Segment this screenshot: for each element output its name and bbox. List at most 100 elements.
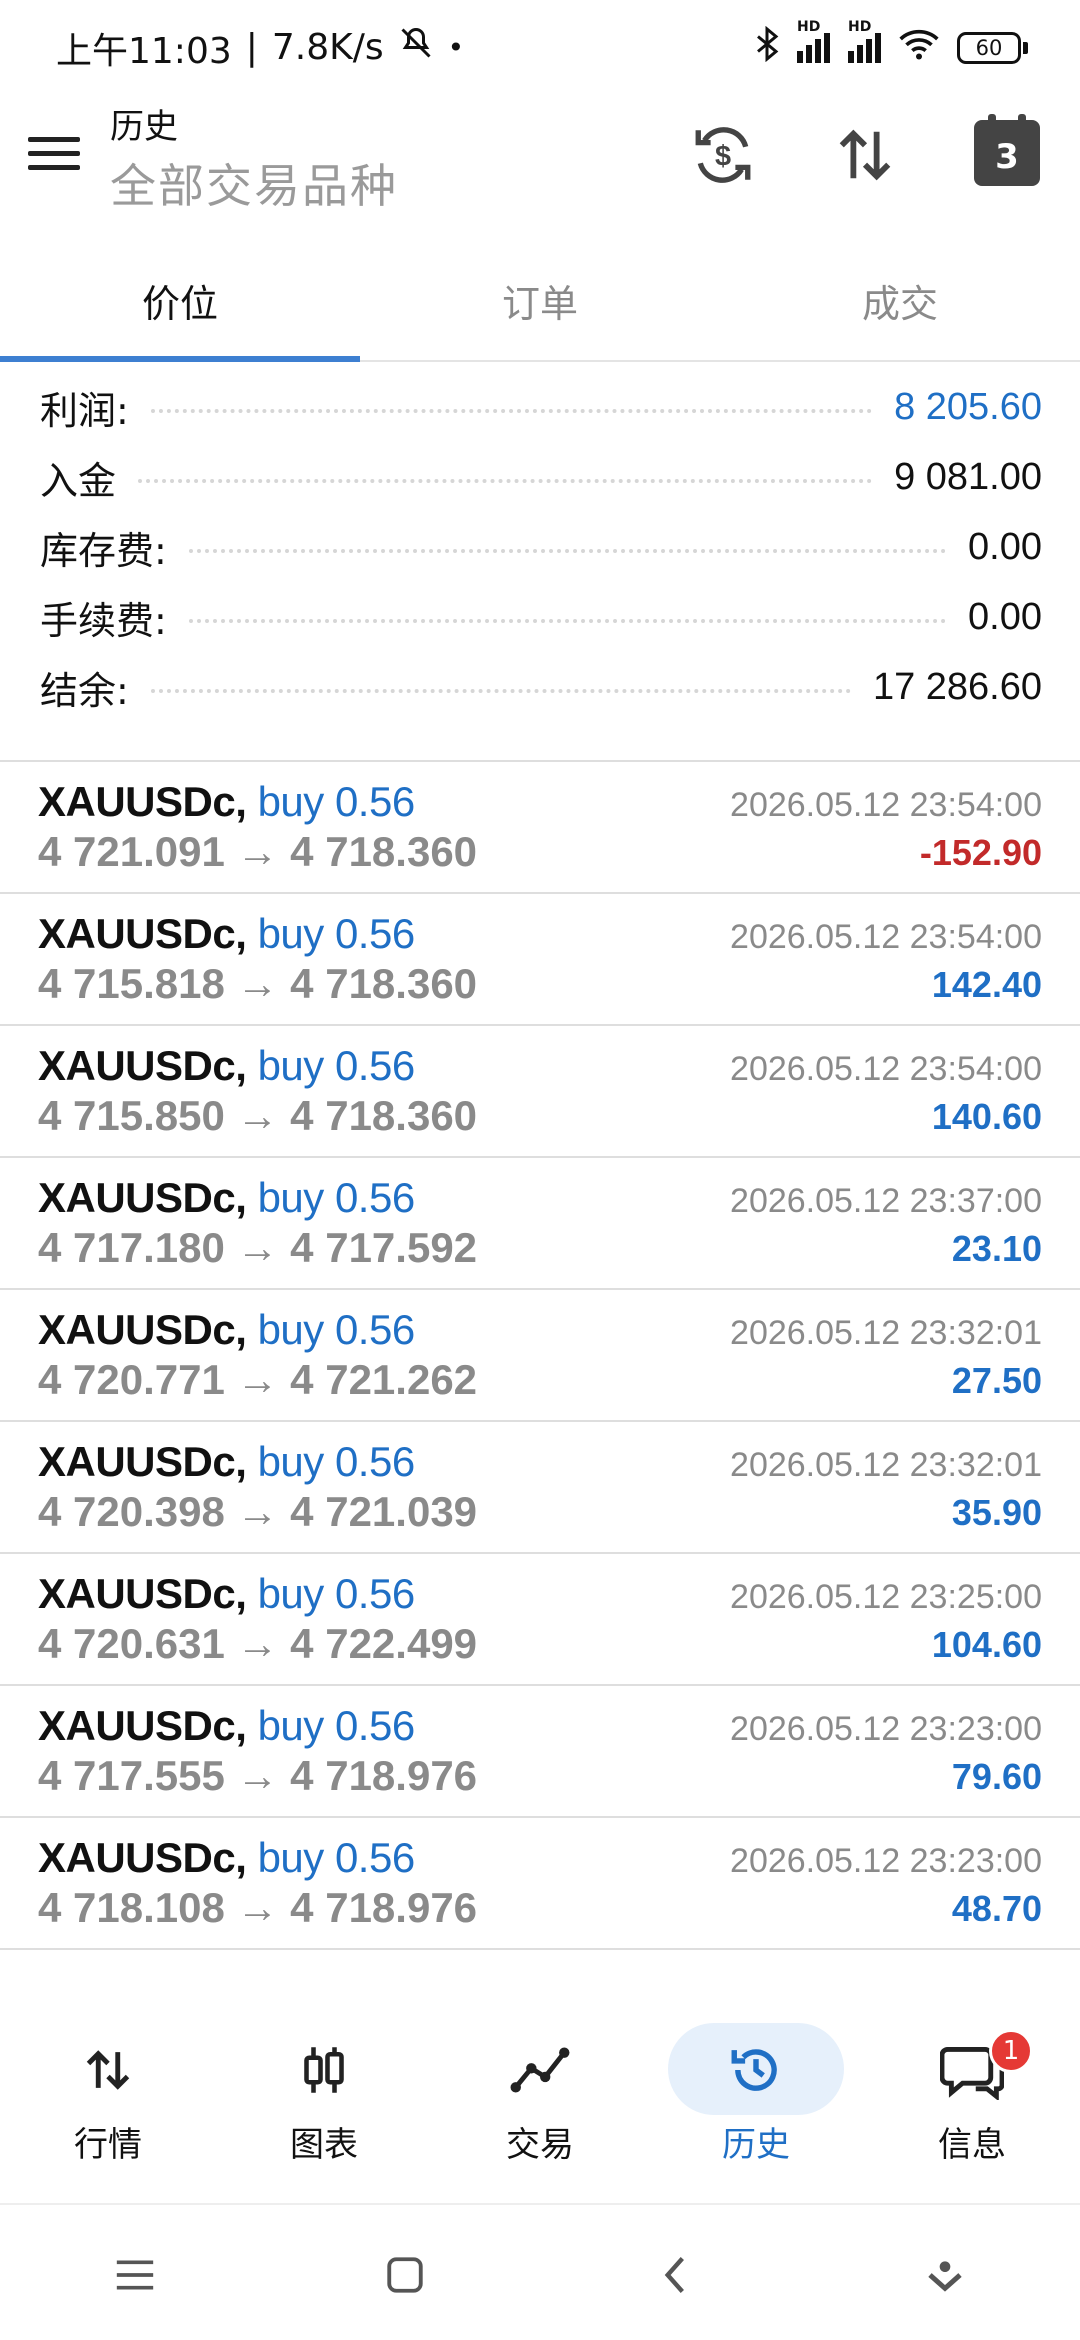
deal-row[interactable]: XAUUSDc, buy 0.56 4 717.180 → 4 717.592 … [0, 1158, 1080, 1290]
deal-side: buy 0.56 [257, 1834, 416, 1881]
deal-row[interactable]: XAUUSDc, buy 0.56 4 720.771 → 4 721.262 … [0, 1290, 1080, 1422]
deal-side: buy 0.56 [257, 778, 416, 825]
back-chevron-icon[interactable] [635, 2235, 715, 2315]
deal-profit: 27.50 [951, 1360, 1042, 1401]
summary-row-deposit: 入金 9 081.00 [0, 442, 1080, 512]
app-header: 历史 全部交易品种 $ 3 [0, 95, 1080, 230]
dotted-leader [150, 689, 851, 693]
status-right: HD HD 60 [755, 19, 1028, 70]
nav-messages[interactable]: 1 信息 [877, 2005, 1067, 2203]
deal-time: 2026.05.12 23:25:00 [730, 1578, 1042, 1616]
deal-row[interactable]: XAUUSDc, buy 0.56 4 720.631 → 4 722.499 … [0, 1554, 1080, 1686]
assistant-icon[interactable] [905, 2235, 985, 2315]
page-title: 历史 [110, 107, 178, 147]
deal-prices: 4 721.091 → 4 718.360 [38, 828, 478, 875]
bottom-navigation: 行情 图表 交易 历史 1 信息 [0, 2005, 1080, 2205]
summary-value: 0.00 [968, 525, 1042, 568]
deal-prices: 4 715.850 → 4 718.360 [38, 1092, 478, 1139]
nav-label: 行情 [74, 2125, 142, 2165]
deal-prices: 4 720.631 → 4 722.499 [38, 1620, 478, 1667]
tab-deals[interactable]: 成交 [720, 240, 1080, 360]
deal-row[interactable]: XAUUSDc, buy 0.56 4 715.850 → 4 718.360 … [0, 1026, 1080, 1158]
nav-label: 图表 [290, 2125, 358, 2165]
deal-side: buy 0.56 [257, 910, 416, 957]
deal-symbol: XAUUSDc, buy 0.56 [38, 778, 416, 825]
summary-panel: 利润: 8 205.60 入金 9 081.00 库存费: 0.00 手续费: … [0, 372, 1080, 722]
summary-row-commission: 手续费: 0.00 [0, 582, 1080, 652]
home-square-icon[interactable] [365, 2235, 445, 2315]
nav-chart[interactable]: 图表 [229, 2005, 419, 2203]
deal-symbol: XAUUSDc, buy 0.56 [38, 1174, 416, 1221]
svg-text:$: $ [715, 140, 731, 172]
deal-time: 2026.05.12 23:37:00 [730, 1182, 1042, 1220]
sort-icon[interactable] [830, 120, 900, 190]
nav-trade[interactable]: 交易 [445, 2005, 635, 2203]
nav-label: 信息 [938, 2125, 1006, 2165]
summary-label: 利润: [40, 388, 129, 433]
deal-prices: 4 717.555 → 4 718.976 [38, 1752, 478, 1799]
deal-symbol: XAUUSDc, buy 0.56 [38, 1042, 416, 1089]
dot-indicator: • [447, 31, 465, 64]
mute-notification-icon [398, 25, 434, 70]
deal-profit: 35.90 [951, 1492, 1042, 1533]
tab-positions[interactable]: 价位 [0, 240, 360, 362]
menu-button[interactable] [28, 127, 80, 179]
summary-value: 8 205.60 [894, 385, 1042, 428]
dotted-leader [188, 549, 947, 553]
deal-side: buy 0.56 [257, 1306, 416, 1353]
deal-row[interactable]: XAUUSDc, buy 0.56 4 721.091 → 4 718.360 … [0, 762, 1080, 894]
battery-level: 60 [957, 31, 1021, 64]
deal-row[interactable]: XAUUSDc, buy 0.56 4 720.398 → 4 721.039 … [0, 1422, 1080, 1554]
summary-label: 入金 [40, 458, 117, 503]
deal-profit: 140.60 [931, 1096, 1042, 1137]
deal-row[interactable]: XAUUSDc, buy 0.56 4 717.555 → 4 718.976 … [0, 1686, 1080, 1818]
summary-row-balance: 结余: 17 286.60 [0, 652, 1080, 722]
updown-arrows-icon [73, 2035, 143, 2105]
deal-time: 2026.05.12 23:54:00 [730, 786, 1042, 824]
deal-side: buy 0.56 [257, 1042, 416, 1089]
deal-row[interactable]: XAUUSDc, buy 0.56 4 715.818 → 4 718.360 … [0, 894, 1080, 1026]
deal-symbol: XAUUSDc, buy 0.56 [38, 910, 416, 957]
deal-side: buy 0.56 [257, 1174, 416, 1221]
deal-time: 2026.05.12 23:23:00 [730, 1842, 1042, 1880]
system-nav-bar [0, 2210, 1080, 2340]
calendar-icon[interactable]: 3 [974, 114, 1040, 186]
deal-profit: -152.90 [919, 832, 1042, 873]
deal-side: buy 0.56 [257, 1570, 416, 1617]
deal-symbol: XAUUSDc, buy 0.56 [38, 1306, 416, 1353]
summary-label: 结余: [40, 668, 129, 713]
deal-prices: 4 720.398 → 4 721.039 [38, 1488, 478, 1535]
deal-time: 2026.05.12 23:54:00 [730, 918, 1042, 956]
summary-value: 17 286.60 [872, 665, 1042, 708]
currency-sync-icon[interactable]: $ [688, 120, 758, 190]
signal-icon-2: HD [848, 19, 881, 63]
deal-profit: 142.40 [931, 964, 1042, 1005]
deal-time: 2026.05.12 23:23:00 [730, 1710, 1042, 1748]
deal-side: buy 0.56 [257, 1702, 416, 1749]
dotted-leader [138, 479, 873, 483]
recents-menu-icon[interactable] [95, 2235, 175, 2315]
summary-row-profit: 利润: 8 205.60 [0, 372, 1080, 442]
deal-symbol: XAUUSDc, buy 0.56 [38, 1438, 416, 1485]
deal-time: 2026.05.12 23:54:00 [730, 1050, 1042, 1088]
symbol-filter[interactable]: 全部交易品种 [110, 150, 398, 216]
signal-icon: HD [797, 19, 830, 63]
nav-quotes[interactable]: 行情 [13, 2005, 203, 2203]
deal-time: 2026.05.12 23:32:01 [730, 1446, 1042, 1484]
nav-label: 历史 [722, 2125, 790, 2165]
bluetooth-icon [755, 25, 779, 70]
deal-prices: 4 715.818 → 4 718.360 [38, 960, 478, 1007]
tab-orders[interactable]: 订单 [360, 240, 720, 360]
deal-prices: 4 720.771 → 4 721.262 [38, 1356, 478, 1403]
hd-label-2: HD [848, 18, 872, 35]
deal-symbol: XAUUSDc, buy 0.56 [38, 1702, 416, 1749]
dotted-leader [188, 619, 947, 623]
nav-history[interactable]: 历史 [661, 2005, 851, 2203]
deal-profit: 104.60 [931, 1624, 1042, 1665]
deal-profit: 48.70 [951, 1888, 1042, 1929]
status-left: 上午11:03 | 7.8K/s • [56, 22, 464, 74]
deal-prices: 4 717.180 → 4 717.592 [38, 1224, 478, 1271]
deal-row[interactable]: XAUUSDc, buy 0.56 4 718.108 → 4 718.976 … [0, 1818, 1080, 1950]
deal-side: buy 0.56 [257, 1438, 416, 1485]
deals-list: XAUUSDc, buy 0.56 4 721.091 → 4 718.360 … [0, 760, 1080, 1950]
